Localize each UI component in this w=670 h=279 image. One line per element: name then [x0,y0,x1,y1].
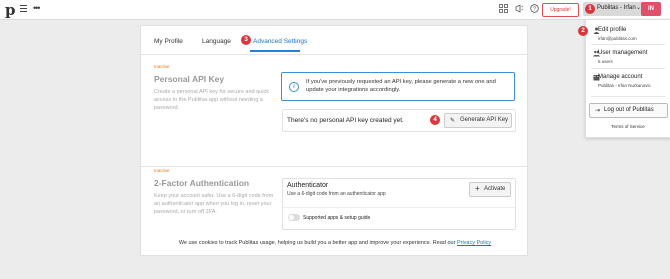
grid-icon[interactable] [499,4,508,13]
api-key-info-box: i If you've previously requested an API … [281,72,515,101]
menu-divider [591,44,665,45]
user-menu-label: Publitas - Irfan [597,5,636,11]
edit-profile-email: irfan@publitas.com [598,36,637,41]
upgrade-button[interactable]: Upgrade! [542,3,579,17]
cookie-text: We use cookies to track Publitas usage, … [178,240,456,246]
logout-icon: ⇥ [595,108,601,114]
edit-profile-title: Edit profile [598,27,627,33]
step-badge-4: 4 [430,115,440,125]
api-key-info-text: If you've previously requested an API ke… [306,79,496,93]
generate-api-key-label: Generate API Key [460,117,509,123]
menu-item-edit-profile[interactable]: Edit profile irfan@publitas.com [586,26,670,44]
tabs-divider [141,54,527,55]
generate-api-key-button[interactable]: ✎ Generate API Key [444,113,512,128]
publitas-logo[interactable]: p [5,1,16,19]
step-badge-3: 3 [241,35,251,45]
info-icon: i [289,82,299,92]
logout-label: Log out of Publitas [604,107,654,113]
active-tab-indicator [250,50,300,52]
megaphone-icon[interactable] [515,4,524,13]
manage-account-title: Manage account [598,74,643,80]
menu-item-user-management[interactable]: User management 5 users [586,49,670,67]
step-badge-2: 2 [578,26,588,36]
upgrade-label: Upgrade! [550,7,571,13]
api-key-title: Personal API Key [154,74,225,84]
activate-button[interactable]: + Activate [469,182,511,197]
plus-icon: + [475,184,480,193]
key-icon: ✎ [450,118,456,124]
tab-advanced-settings[interactable]: Advanced Settings [253,38,307,45]
authenticator-panel: Authenticator Use a 6-digit code from an… [282,178,516,230]
authenticator-divider [283,207,515,208]
guide-toggle[interactable] [288,214,300,221]
activate-label: Activate [484,186,506,192]
privacy-policy-link[interactable]: Privacy Policy [457,240,491,246]
svg-text:?: ? [533,7,536,13]
more-icon[interactable]: ••• [33,3,41,13]
api-key-description: Create a personal API key for secure and… [154,89,269,111]
api-key-panel: There's no personal API key created yet.… [282,109,516,132]
menu-divider [591,68,665,69]
user-management-count: 5 users [598,59,613,64]
twofa-status-badge: Inactive [154,168,170,173]
user-management-title: User management [598,50,648,56]
avatar[interactable]: IN [641,2,661,16]
authenticator-title: Authenticator [287,182,329,189]
manage-account-name: Publitas - Irfan Nurkanovic [598,83,651,88]
user-dropdown-menu: Edit profile irfan@publitas.com User man… [585,19,670,138]
guide-label[interactable]: Supported apps & setup guide [303,215,370,221]
cookie-banner: We use cookies to track Publitas usage, … [0,240,670,246]
api-key-status-badge: Inactive [154,64,170,69]
terms-of-service-link[interactable]: Terms of Service [586,124,670,129]
twofa-description: Keep your account safer. Use a 6-digit c… [154,193,274,215]
tab-language[interactable]: Language [202,38,231,45]
twofa-title: 2-Factor Authentication [154,178,250,188]
help-icon[interactable]: ? [530,4,539,13]
menu-icon[interactable] [20,5,27,14]
logout-button[interactable]: ⇥ Log out of Publitas [589,103,668,118]
step-badge-1: 1 [585,4,595,14]
tab-my-profile[interactable]: My Profile [154,38,183,45]
menu-item-manage-account[interactable]: Manage account Publitas - Irfan Nurkanov… [586,73,670,91]
settings-card: My Profile Language Advanced Settings In… [140,25,528,256]
section-divider [141,166,527,167]
api-key-empty-text: There's no personal API key created yet. [287,117,404,124]
menu-divider [591,96,665,97]
top-bar: p ••• ? Upgrade! Publitas - Irfan ⌄ 1 IN [0,0,670,20]
authenticator-subtitle: Use a 6-digit code from an authenticator… [287,191,386,197]
